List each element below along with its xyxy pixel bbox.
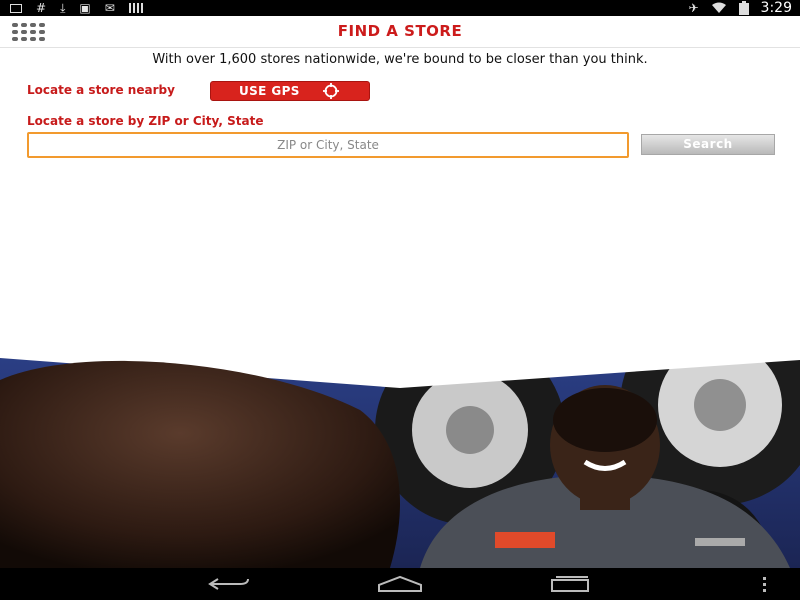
status-right-icons: ✈ 3:29 [688,0,792,16]
status-left-icons: # ⤓ ▣ ✉ [10,0,143,16]
battery-icon [738,1,749,15]
app-header: FIND A STORE [0,16,800,48]
navigation-bar [0,568,800,600]
gps-button-label: USE GPS [239,84,300,98]
download-icon: ⤓ [60,1,66,15]
barcode-icon [128,3,143,13]
home-icon[interactable] [375,568,425,600]
zip-city-input[interactable] [27,132,629,158]
use-gps-button[interactable]: USE GPS [210,81,370,101]
notification-icon [10,3,22,13]
gallery-icon: ▣ [79,1,91,15]
nearby-label: Locate a store nearby [27,83,175,97]
status-time: 3:29 [760,0,792,16]
recents-icon[interactable] [545,568,595,600]
status-bar: # ⤓ ▣ ✉ ✈ 3:29 [0,0,800,16]
airplane-icon: ✈ [688,1,699,15]
zip-label: Locate a store by ZIP or City, State [27,114,264,128]
store-photo [0,350,800,568]
intro-text: With over 1,600 stores nationwide, we're… [152,52,648,67]
grid-menu-icon[interactable] [12,23,46,41]
back-icon[interactable] [205,568,255,600]
search-button[interactable]: Search [641,134,775,155]
hash-icon: # [36,1,47,15]
crosshair-icon [323,83,339,99]
page-title: FIND A STORE [337,22,463,40]
mail-icon: ✉ [104,1,115,15]
overflow-menu-icon[interactable] [755,568,775,600]
wifi-icon [711,2,726,13]
